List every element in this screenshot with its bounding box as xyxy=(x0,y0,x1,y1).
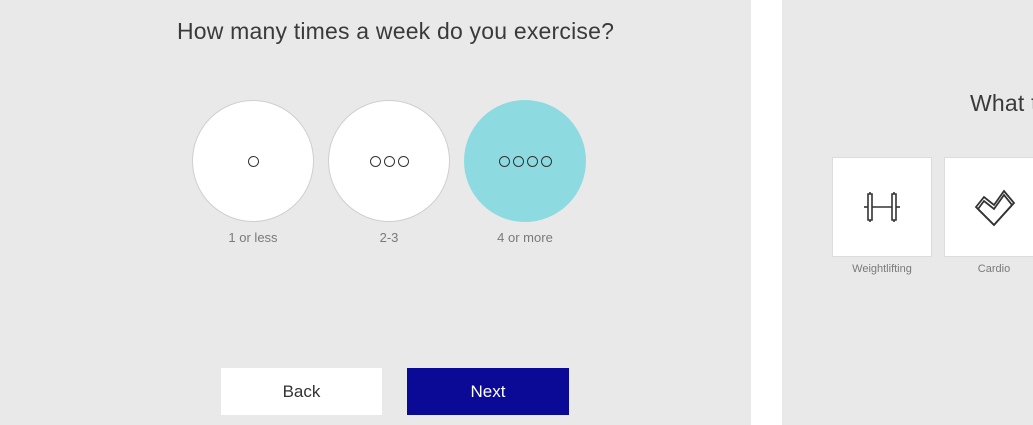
tile-box[interactable] xyxy=(832,157,932,257)
tile-label: Cardio xyxy=(977,263,1011,275)
option-label: 2-3 xyxy=(379,230,399,245)
option-1-or-less[interactable]: 1 or less xyxy=(192,100,314,245)
exercise-frequency-panel: How many times a week do you exercise? 1… xyxy=(0,0,751,425)
exercise-type-panel: What t Weightlifting Cardio xyxy=(782,0,1033,425)
option-circle[interactable] xyxy=(328,100,450,222)
option-label: 4 or more xyxy=(497,230,553,245)
option-circle[interactable] xyxy=(464,100,586,222)
heart-icon xyxy=(974,189,1016,227)
tile-cardio[interactable]: Cardio xyxy=(944,157,1033,275)
app-stage: How many times a week do you exercise? 1… xyxy=(0,0,1033,425)
option-4-or-more[interactable]: 4 or more xyxy=(464,100,586,245)
back-button[interactable]: Back xyxy=(221,368,382,415)
tile-weightlifting[interactable]: Weightlifting xyxy=(832,157,932,275)
dumbbell-icon xyxy=(864,192,900,222)
option-circle[interactable] xyxy=(192,100,314,222)
tile-label: Weightlifting xyxy=(852,263,912,275)
four-dots-icon xyxy=(498,155,552,167)
frequency-question: How many times a week do you exercise? xyxy=(176,18,615,44)
one-dot-icon xyxy=(247,155,259,167)
option-label: 1 or less xyxy=(228,230,278,245)
three-dots-icon xyxy=(369,155,409,167)
next-button[interactable]: Next xyxy=(407,368,569,415)
option-2-3[interactable]: 2-3 xyxy=(328,100,450,245)
tile-box[interactable] xyxy=(944,157,1033,257)
exercise-type-question: What t xyxy=(970,90,1033,116)
